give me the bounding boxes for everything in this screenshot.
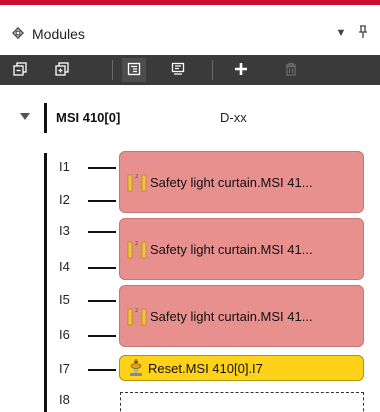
reset-button-icon xyxy=(126,358,146,378)
input-connector xyxy=(88,300,116,302)
expand-all-icon xyxy=(54,61,70,80)
properties-button[interactable] xyxy=(122,58,146,82)
input-connector xyxy=(88,167,116,169)
device-name[interactable]: MSI 410[0] xyxy=(56,110,120,125)
empty-module-slot[interactable] xyxy=(120,392,364,412)
input-label: I8 xyxy=(59,392,70,407)
input-connector xyxy=(88,369,116,371)
light-curtain-icon: 2 xyxy=(126,305,148,327)
modules-icon xyxy=(10,25,26,41)
collapse-all-icon xyxy=(12,61,28,80)
expand-all-button[interactable] xyxy=(50,58,74,82)
add-icon xyxy=(233,61,249,80)
device-type: D-xx xyxy=(220,110,247,125)
toolbar-separator xyxy=(112,60,113,80)
input-label: I3 xyxy=(59,223,70,238)
module-card-light-curtain[interactable]: 2 Safety light curtain.MSI 41... xyxy=(119,151,364,213)
input-connector xyxy=(88,231,116,233)
panel-title: Modules xyxy=(32,26,85,42)
panel-header: Modules ▼ xyxy=(0,5,380,55)
module-tree: MSI 410[0] D-xx I1 I2 I3 I4 I5 I6 I7 I8 … xyxy=(0,85,380,412)
module-label: Safety light curtain.MSI 41... xyxy=(150,241,313,257)
light-curtain-icon: 2 xyxy=(126,171,148,193)
delete-icon xyxy=(283,61,299,80)
input-label: I1 xyxy=(59,159,70,174)
collapse-all-button[interactable] xyxy=(8,58,32,82)
toolbar-separator xyxy=(212,60,213,80)
expand-arrow-icon[interactable] xyxy=(20,113,30,120)
input-connector xyxy=(88,200,116,202)
chevron-down-icon[interactable]: ▼ xyxy=(334,25,348,41)
input-label: I6 xyxy=(59,327,70,342)
panel-controls: ▼ xyxy=(334,25,374,41)
monitor-icon xyxy=(170,61,186,80)
pin-icon[interactable] xyxy=(356,25,370,41)
input-label: I4 xyxy=(59,259,70,274)
input-bus-bar xyxy=(44,153,47,412)
module-label: Safety light curtain.MSI 41... xyxy=(150,174,313,190)
module-card-reset[interactable]: Reset.MSI 410[0].I7 xyxy=(119,355,364,381)
svg-text:2: 2 xyxy=(135,241,138,247)
input-label: I2 xyxy=(59,192,70,207)
add-button[interactable] xyxy=(229,58,253,82)
svg-text:2: 2 xyxy=(135,174,138,180)
input-connector xyxy=(88,335,116,337)
module-label: Reset.MSI 410[0].I7 xyxy=(148,360,263,376)
input-label: I5 xyxy=(59,292,70,307)
light-curtain-icon: 2 xyxy=(126,238,148,260)
svg-text:2: 2 xyxy=(135,308,138,314)
modules-toolbar xyxy=(0,55,380,85)
module-card-light-curtain[interactable]: 2 Safety light curtain.MSI 41... xyxy=(119,218,364,280)
device-node-bar xyxy=(44,103,47,133)
input-connector xyxy=(88,267,116,269)
module-label: Safety light curtain.MSI 41... xyxy=(150,308,313,324)
monitor-button[interactable] xyxy=(166,58,190,82)
input-label: I7 xyxy=(59,361,70,376)
module-card-light-curtain[interactable]: 2 Safety light curtain.MSI 41... xyxy=(119,285,364,347)
properties-icon xyxy=(126,61,142,80)
delete-button[interactable] xyxy=(279,58,303,82)
